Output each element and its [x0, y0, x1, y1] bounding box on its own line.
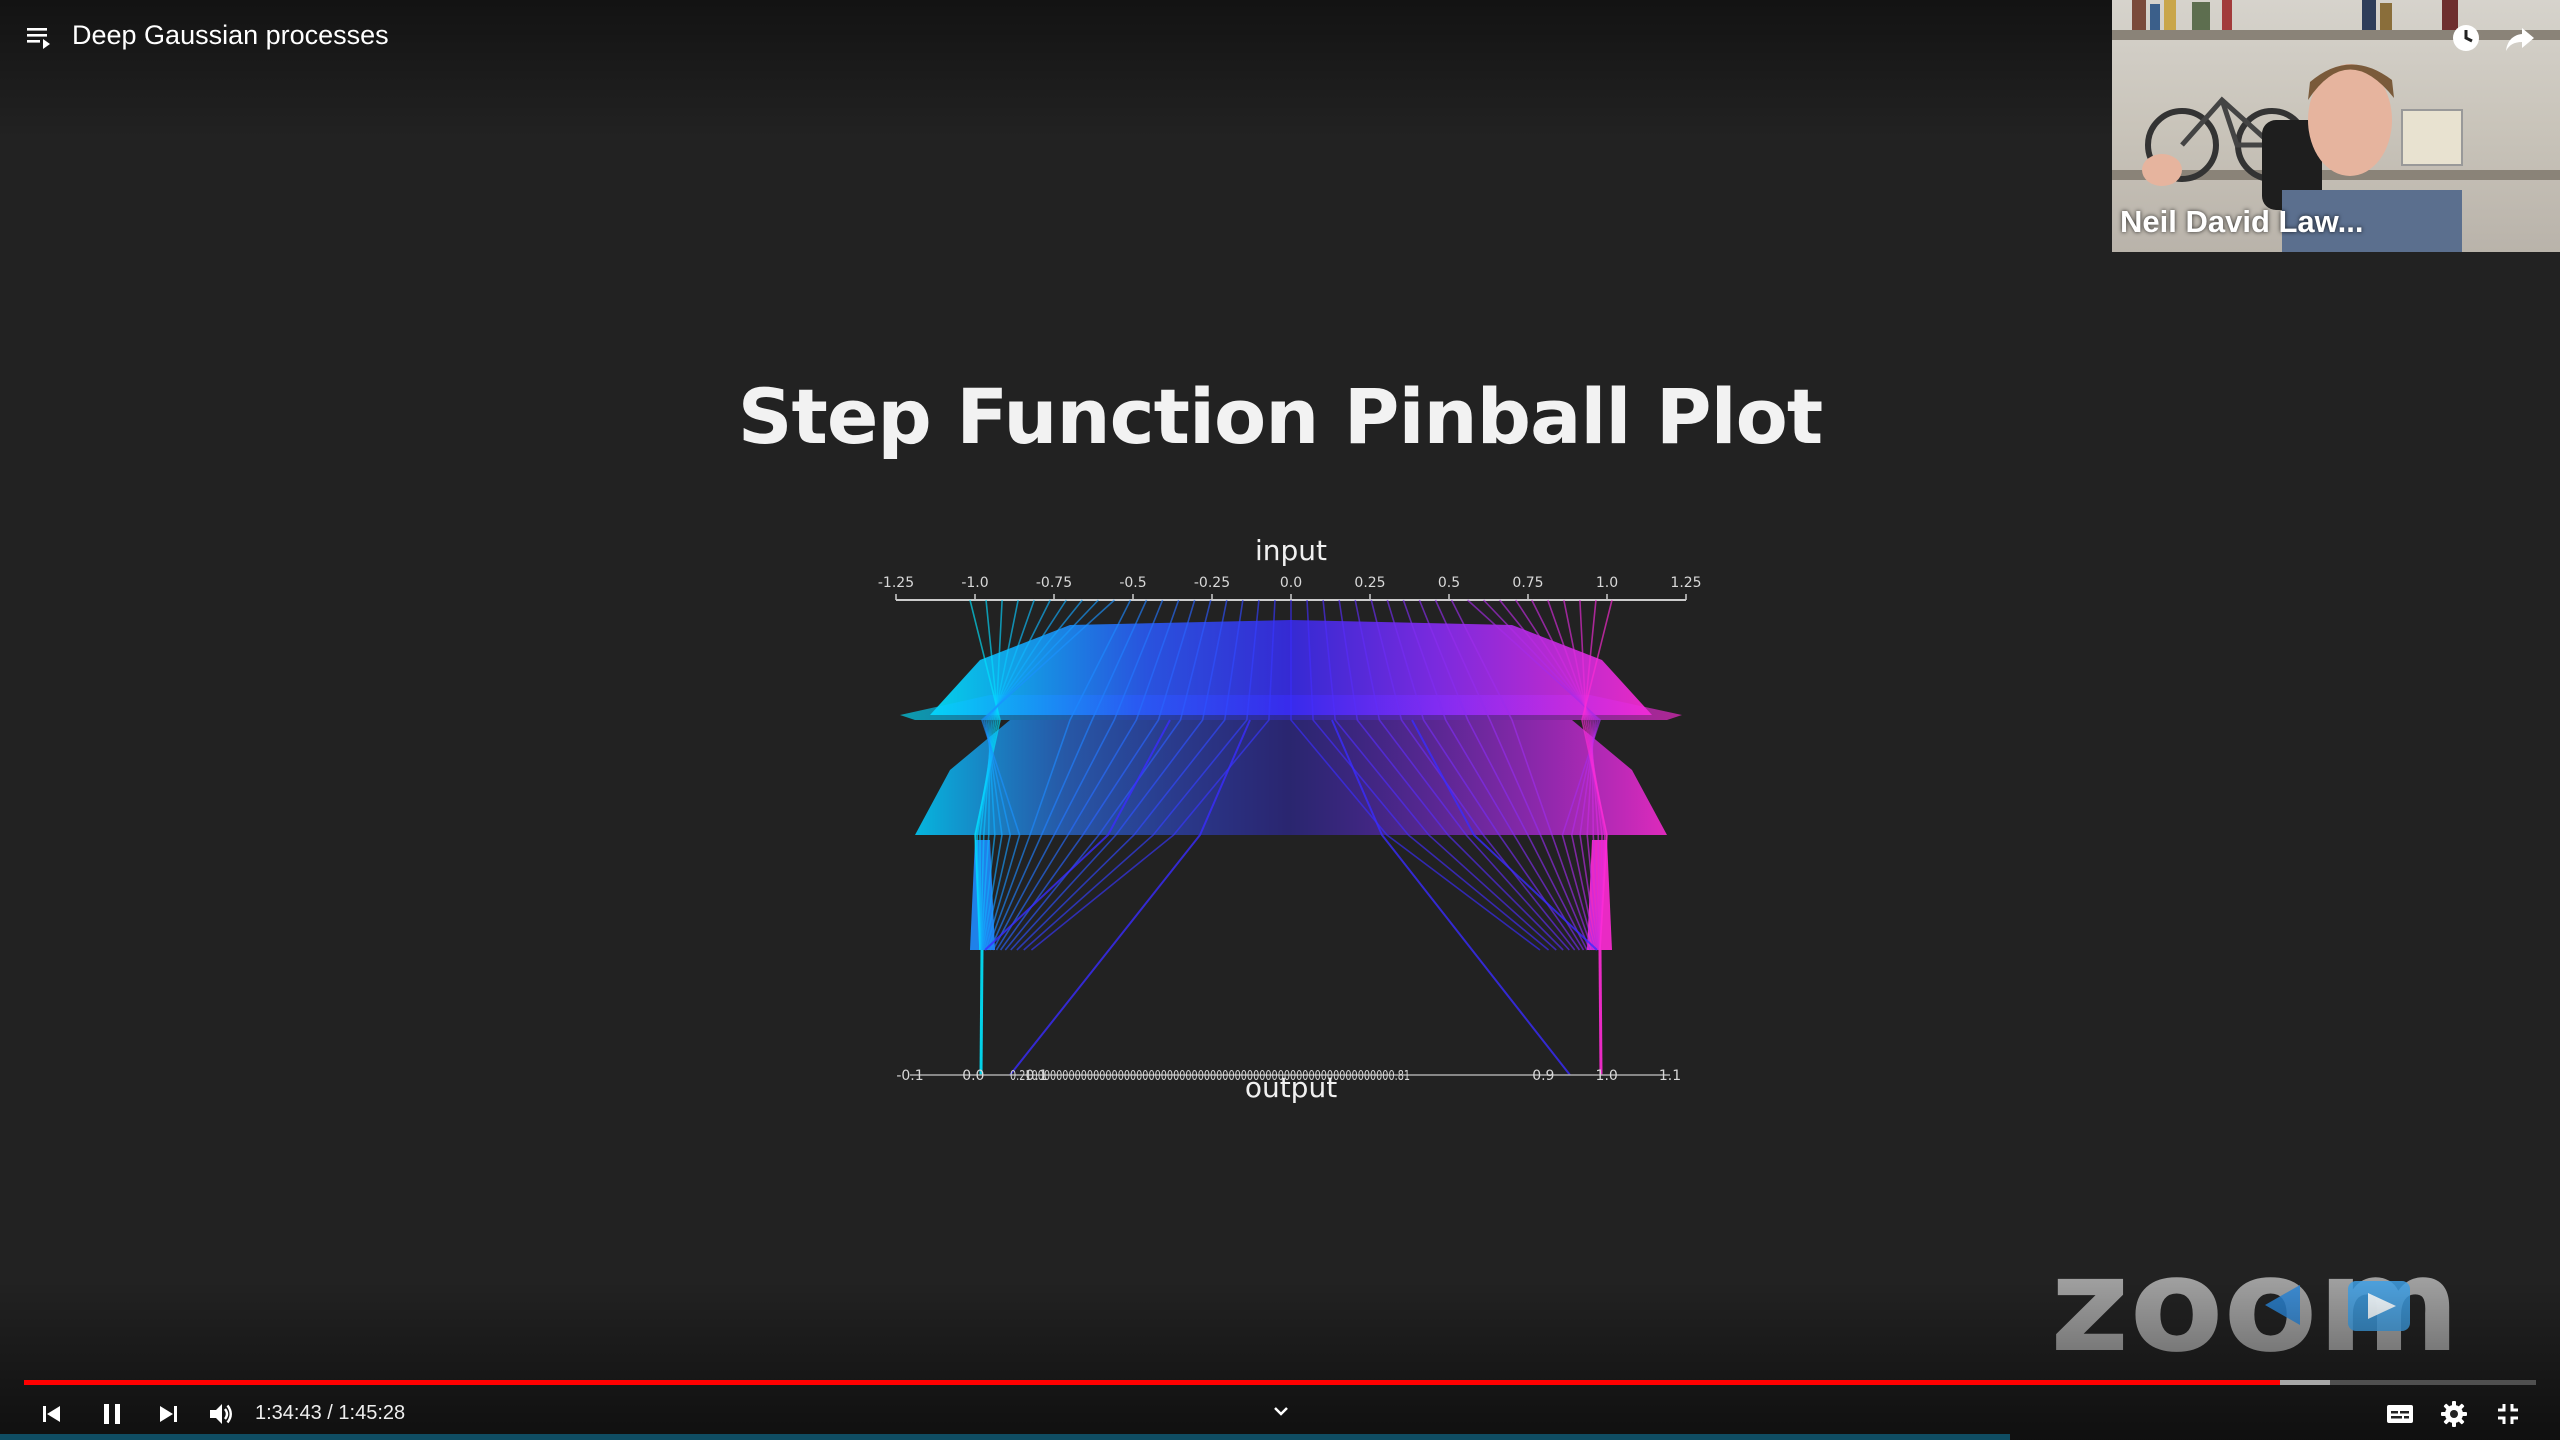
input-tick-label: -0.75 [1036, 575, 1072, 591]
control-bar: 1:34:43 / 1:45:28 [0, 1386, 2560, 1440]
input-tick-label: 1.25 [1670, 575, 1701, 591]
input-tick-label: 1.0 [1596, 575, 1618, 591]
subtitles-button[interactable] [2380, 1394, 2420, 1434]
gear-icon [2441, 1401, 2467, 1427]
pause-button[interactable] [92, 1394, 132, 1434]
video-player[interactable]: Deep Gaussian processes Neil David Law..… [0, 0, 2560, 1440]
input-tick-label: 0.75 [1512, 575, 1543, 591]
layer-2-band [915, 720, 1667, 835]
watch-later-button[interactable] [2446, 18, 2486, 58]
input-tick-label: -0.5 [1119, 575, 1146, 591]
input-label: input [1255, 534, 1327, 567]
exit-fullscreen-button[interactable] [2488, 1394, 2528, 1434]
skip-next-icon [160, 1406, 177, 1422]
volume-button[interactable] [201, 1394, 241, 1434]
progress-played [24, 1380, 2280, 1385]
captions-icon [2387, 1405, 2413, 1423]
next-button[interactable] [148, 1394, 188, 1434]
output-cluster-labels: 0.21000000000000000000000000000000000000… [1010, 1069, 1410, 1084]
bottom-accent-line [0, 1434, 2010, 1440]
time-display: 1:34:43 / 1:45:28 [255, 1402, 406, 1424]
previous-button[interactable] [32, 1394, 72, 1434]
slide-title: Step Function Pinball Plot [737, 372, 1823, 461]
input-tick-label: -1.0 [961, 575, 988, 591]
volume-icon [210, 1404, 232, 1424]
exit-fullscreen-icon [2498, 1404, 2518, 1424]
pinball-plot: -1.25 -1.0 -0.75 -0.5 -0.25 0.0 0.25 0.5 0.75 1.0… [878, 534, 1702, 1104]
input-tick-label: 0.5 [1438, 575, 1460, 591]
input-tick-label: 0.25 [1354, 575, 1385, 591]
output-label: output [1245, 1071, 1337, 1104]
output-tick-label: 1.1 [1659, 1068, 1681, 1084]
pinball-path [979, 949, 984, 1076]
speaker-video: Neil David Law... [2112, 0, 2560, 252]
input-tick-label: -1.25 [878, 575, 914, 591]
playlist-button[interactable] [24, 22, 54, 52]
input-tick-label: -0.25 [1194, 575, 1230, 591]
output-tick-label: 1.0 [1596, 1068, 1618, 1084]
settings-button[interactable] [2434, 1394, 2474, 1434]
expand-button[interactable] [1266, 1396, 1296, 1426]
progress-bar[interactable] [24, 1380, 2536, 1385]
output-tick-label: 0.0 [962, 1068, 984, 1084]
skip-previous-icon [43, 1406, 60, 1422]
video-title[interactable]: Deep Gaussian processes [72, 20, 389, 51]
speaker-name: Neil David Law... [2120, 204, 2364, 239]
clock-icon [2453, 25, 2479, 51]
playlist-icon [27, 28, 50, 49]
pinball-path [1598, 949, 1603, 1076]
share-icon [2506, 28, 2534, 51]
input-ticks: -1.25 -1.0 -0.75 -0.5 -0.25 0.0 0.25 0.5 0.75 1.0… [878, 575, 1702, 600]
chevron-down-icon [1274, 1407, 1288, 1416]
input-tick-label: 0.0 [1280, 575, 1302, 591]
output-tick-label: -0.1 [896, 1068, 923, 1084]
output-tick-label: 0.9 [1532, 1068, 1554, 1084]
share-button[interactable] [2500, 18, 2540, 58]
pause-icon [104, 1404, 120, 1424]
